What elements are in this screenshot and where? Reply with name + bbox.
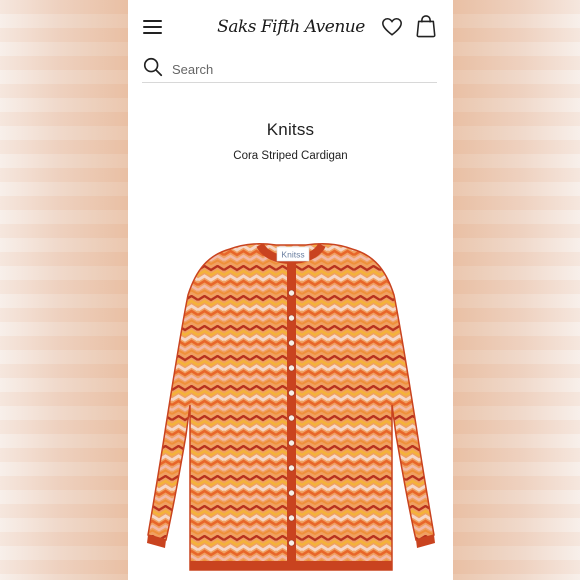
garment-label-text: Knitss: [281, 250, 304, 260]
product-image-cardigan[interactable]: Knitss: [146, 235, 436, 580]
search-icon[interactable]: [142, 56, 164, 78]
blurred-stripes-left: [0, 0, 128, 580]
mobile-screen: Saks Fifth Avenue Knitss Cora Striped Ca…: [128, 0, 453, 580]
product-title: Cora Striped Cardigan: [233, 150, 348, 162]
top-navigation-bar: Saks Fifth Avenue: [128, 0, 453, 56]
shopping-bag-icon[interactable]: [415, 14, 437, 38]
heart-icon[interactable]: [381, 16, 403, 38]
search-bar: [142, 56, 437, 83]
blurred-stripes-right: [452, 0, 580, 580]
menu-icon[interactable]: [143, 19, 163, 35]
search-input[interactable]: [172, 60, 427, 78]
site-logo[interactable]: Saks Fifth Avenue: [216, 14, 366, 40]
product-brand[interactable]: Knitss: [128, 120, 453, 140]
